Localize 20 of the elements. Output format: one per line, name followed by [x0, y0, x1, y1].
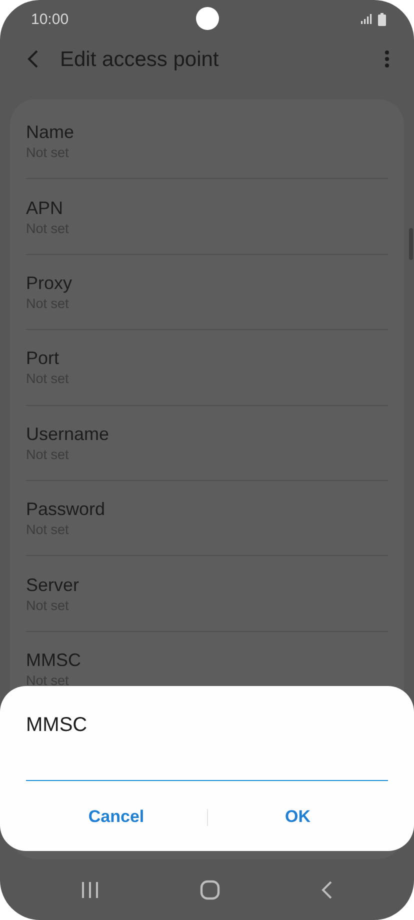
setting-label: Name [26, 122, 76, 144]
dialog-title: MMSC [26, 714, 88, 737]
setting-label: Username [26, 424, 110, 445]
setting-label: MMSC [26, 650, 82, 671]
page-title: Edit access point [60, 48, 220, 72]
ok-button[interactable]: OK [208, 799, 388, 835]
setting-label: Password [26, 499, 106, 520]
status-time: 10:00 [31, 10, 69, 28]
setting-label: Port [26, 348, 60, 370]
setting-label: APN [26, 198, 64, 219]
setting-label: Proxy [26, 272, 74, 294]
battery-icon [378, 12, 386, 26]
more-options-button[interactable] [384, 50, 390, 70]
back-nav-button[interactable] [321, 880, 334, 902]
signal-icon [361, 14, 372, 24]
setting-label: Server [26, 574, 80, 596]
home-button[interactable] [200, 880, 220, 902]
back-button[interactable] [26, 50, 40, 70]
cancel-button[interactable]: Cancel [26, 799, 206, 835]
camera-cutout [196, 7, 219, 30]
